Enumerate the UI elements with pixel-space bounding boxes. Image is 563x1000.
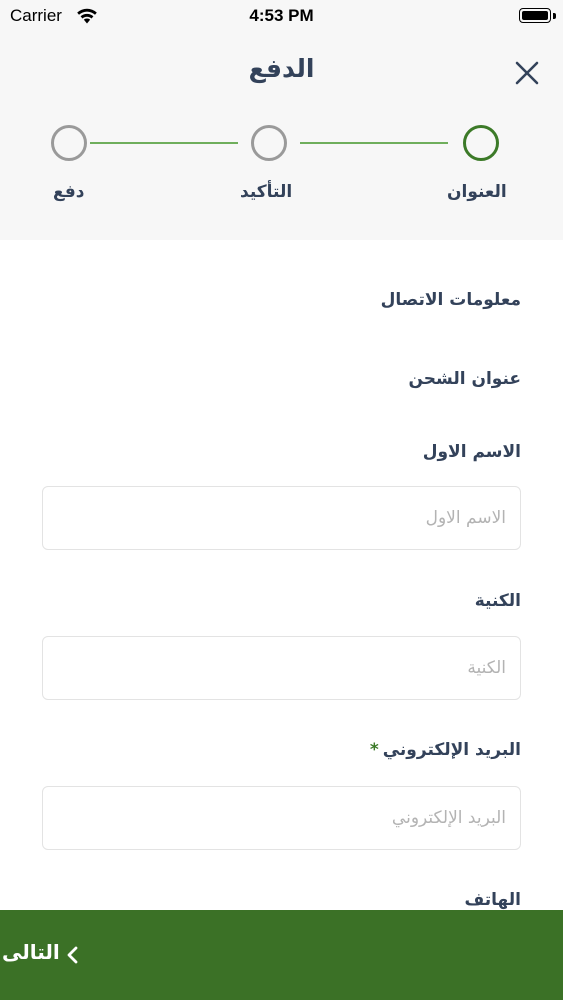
first-name-label: الاسم الاول bbox=[422, 442, 521, 462]
chevron-left-icon bbox=[67, 946, 78, 964]
step-connector bbox=[90, 142, 238, 144]
next-button[interactable]: التالى bbox=[0, 910, 563, 1000]
checkout-stepper: العنوان التأكيد دفع bbox=[0, 34, 563, 240]
next-button-label: التالى bbox=[2, 940, 60, 964]
required-indicator: * bbox=[369, 740, 379, 760]
first-name-field[interactable] bbox=[42, 486, 521, 550]
contact-info-title: معلومات الاتصال bbox=[380, 290, 521, 310]
last-name-label: الكنية bbox=[474, 591, 521, 611]
last-name-field[interactable] bbox=[42, 636, 521, 700]
phone-label: الهاتف bbox=[464, 890, 521, 910]
email-label-text: البريد الإلكتروني bbox=[382, 740, 521, 760]
battery-icon bbox=[519, 8, 551, 23]
shipping-address-title: عنوان الشحن bbox=[408, 369, 521, 389]
battery-cap bbox=[553, 13, 556, 19]
step-indicator-confirm[interactable] bbox=[251, 125, 287, 161]
email-field[interactable] bbox=[42, 786, 521, 850]
step-indicator-payment[interactable] bbox=[51, 125, 87, 161]
email-label: البريد الإلكتروني* bbox=[370, 740, 521, 760]
status-bar: Carrier 4:53 PM bbox=[0, 0, 563, 34]
step-connector bbox=[300, 142, 448, 144]
step-label-address: العنوان bbox=[447, 182, 507, 202]
checkout-header: الدفع العنوان التأكيد دفع bbox=[0, 34, 563, 240]
status-time: 4:53 PM bbox=[249, 6, 314, 25]
step-label-confirm: التأكيد bbox=[240, 182, 293, 202]
step-indicator-address[interactable] bbox=[463, 125, 499, 161]
address-form: معلومات الاتصال عنوان الشحن الاسم الاول … bbox=[0, 240, 563, 910]
step-label-payment: دفع bbox=[53, 182, 85, 202]
